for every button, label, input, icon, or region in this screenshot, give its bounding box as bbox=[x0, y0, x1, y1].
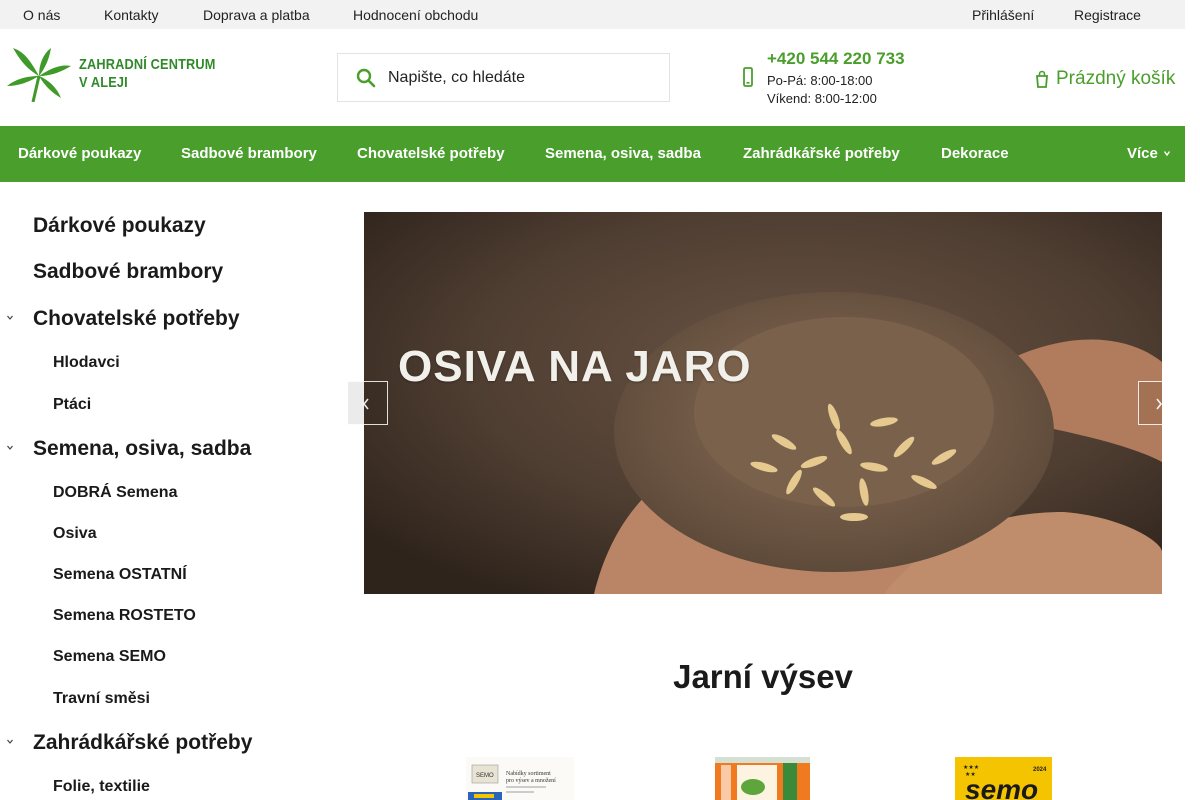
nav-more-button[interactable]: Více bbox=[1127, 145, 1170, 162]
sidebar-subitem-hlodavci[interactable]: Hlodavci bbox=[0, 354, 340, 372]
link-o-nas[interactable]: O nás bbox=[23, 7, 60, 23]
sidebar-subitem-semena-ostatni[interactable]: Semena OSTATNÍ bbox=[0, 566, 340, 584]
main-nav: Dárkové poukazy Sadbové brambory Chovate… bbox=[0, 126, 1185, 182]
sidebar-item-label: DOBRÁ Semena bbox=[53, 484, 178, 501]
phone-icon bbox=[743, 67, 753, 87]
product-3-stars-top: ★★★ bbox=[963, 764, 979, 771]
cart-label: Prázdný košík bbox=[1056, 68, 1176, 89]
logo-line-2: V ALEJI bbox=[79, 74, 128, 91]
product-3-brand: semo bbox=[965, 774, 1038, 800]
sidebar-subitem-semena-rosteto[interactable]: Semena ROSTETO bbox=[0, 607, 340, 625]
product-1-line-1: Nabídky sortiment bbox=[506, 771, 551, 777]
caret-down-icon[interactable] bbox=[7, 313, 13, 322]
sidebar-subitem-folie-textilie[interactable]: Folie, textilie bbox=[0, 778, 340, 796]
sidebar-item-label: Semena SEMO bbox=[53, 648, 166, 665]
search-icon[interactable] bbox=[356, 68, 376, 88]
product-thumbnail-3[interactable]: ★★★ ★★ 2024 semo bbox=[955, 757, 1052, 800]
link-hodnoceni-obchodu[interactable]: Hodnocení obchodu bbox=[353, 7, 478, 23]
sidebar-item-sadbove-brambory[interactable]: Sadbové brambory bbox=[0, 260, 340, 283]
product-thumbnail-2[interactable] bbox=[715, 757, 810, 800]
site-header: ZAHRADNÍ CENTRUM V ALEJI +420 544 220 73… bbox=[0, 29, 1185, 126]
sidebar-item-label: Travní směsi bbox=[53, 690, 150, 707]
sidebar-subitem-dobra-semena[interactable]: DOBRÁ Semena bbox=[0, 484, 340, 502]
svg-text:SEMO: SEMO bbox=[476, 773, 494, 779]
sidebar-subitem-travni-smesi[interactable]: Travní směsi bbox=[0, 690, 340, 708]
opening-hours-weekday: Po-Pá: 8:00-18:00 bbox=[767, 73, 873, 88]
seed-packet-image: SEMO Nabídky sortiment pro výsev a množe… bbox=[468, 764, 556, 800]
logo-line-1: ZAHRADNÍ CENTRUM bbox=[79, 56, 216, 73]
category-sidebar: Dárkové poukazy Sadbové brambory Chovate… bbox=[0, 182, 340, 800]
sidebar-item-label: Folie, textilie bbox=[53, 778, 150, 795]
chevron-left-icon bbox=[362, 398, 369, 410]
link-doprava-platba[interactable]: Doprava a platba bbox=[203, 7, 310, 23]
link-kontakty[interactable]: Kontakty bbox=[104, 7, 158, 23]
sidebar-item-label: Chovatelské potřeby bbox=[33, 307, 240, 330]
sidebar-item-label: Semena OSTATNÍ bbox=[53, 566, 187, 583]
slider-next-button[interactable] bbox=[1138, 381, 1163, 425]
sidebar-item-zahradkarske-potreby[interactable]: Zahrádkářské potřeby bbox=[0, 731, 340, 754]
nav-item-semena-osiva-sadba[interactable]: Semena, osiva, sadba bbox=[545, 145, 701, 162]
cart-icon bbox=[1036, 70, 1048, 88]
nav-item-darkove-poukazy[interactable]: Dárkové poukazy bbox=[18, 145, 141, 162]
search-box[interactable] bbox=[337, 53, 670, 102]
nav-more-label: Více bbox=[1127, 145, 1158, 162]
sidebar-subitem-ptaci[interactable]: Ptáci bbox=[0, 396, 340, 414]
section-title: Jarní výsev bbox=[673, 658, 853, 695]
chevron-down-icon bbox=[1163, 151, 1170, 157]
banner-image bbox=[364, 212, 1162, 594]
banner-title: OSIVA NA JARO bbox=[398, 342, 752, 391]
sidebar-subitem-semena-semo[interactable]: Semena SEMO bbox=[0, 648, 340, 666]
opening-hours-weekend: Víkend: 8:00-12:00 bbox=[767, 91, 877, 106]
nav-item-chovatelske-potreby[interactable]: Chovatelské potřeby bbox=[357, 145, 505, 162]
search-input[interactable] bbox=[388, 62, 658, 94]
sidebar-item-chovatelske-potreby[interactable]: Chovatelské potřeby bbox=[0, 307, 340, 330]
product-1-line-2: pro výsev a množení bbox=[506, 778, 556, 784]
sidebar-item-label: Sadbové brambory bbox=[33, 260, 224, 283]
slider-prev-button[interactable] bbox=[348, 381, 388, 425]
sidebar-item-label: Dárkové poukazy bbox=[33, 214, 206, 237]
register-link[interactable]: Registrace bbox=[1074, 7, 1141, 23]
chestnut-leaf-icon bbox=[7, 48, 71, 102]
cart-button[interactable]: Prázdný košík bbox=[1036, 67, 1175, 91]
top-bar: O nás Kontakty Doprava a platba Hodnocen… bbox=[0, 0, 1185, 29]
site-logo[interactable]: ZAHRADNÍ CENTRUM V ALEJI bbox=[5, 45, 230, 103]
orange-bag-image bbox=[715, 757, 810, 800]
nav-item-zahradkarske-potreby[interactable]: Zahrádkářské potřeby bbox=[743, 145, 900, 162]
chevron-right-icon bbox=[1156, 398, 1163, 410]
caret-down-icon[interactable] bbox=[7, 443, 13, 452]
sidebar-item-label: Semena, osiva, sadba bbox=[33, 437, 252, 460]
product-3-year: 2024 bbox=[1033, 767, 1047, 773]
nav-item-sadbove-brambory[interactable]: Sadbové brambory bbox=[181, 145, 317, 162]
sidebar-item-darkove-poukazy[interactable]: Dárkové poukazy bbox=[0, 214, 340, 237]
sidebar-subitem-osiva[interactable]: Osiva bbox=[0, 525, 340, 543]
login-link[interactable]: Přihlášení bbox=[972, 7, 1034, 23]
logo-text: ZAHRADNÍ CENTRUM V ALEJI bbox=[79, 56, 216, 92]
phone-number[interactable]: +420 544 220 733 bbox=[767, 49, 905, 69]
semo-pack-image: ★★★ ★★ 2024 semo bbox=[955, 757, 1052, 800]
sidebar-item-label: Ptáci bbox=[53, 396, 92, 413]
sidebar-item-label: Osiva bbox=[53, 525, 97, 542]
sidebar-item-label: Hlodavci bbox=[53, 354, 120, 371]
caret-down-icon[interactable] bbox=[7, 737, 13, 746]
sidebar-item-semena-osiva-sadba[interactable]: Semena, osiva, sadba bbox=[0, 437, 340, 460]
product-thumbnail-1[interactable]: SEMO Nabídky sortiment pro výsev a množe… bbox=[466, 757, 574, 800]
hero-banner[interactable]: OSIVA NA JARO bbox=[364, 212, 1162, 594]
nav-item-dekorace[interactable]: Dekorace bbox=[941, 145, 1009, 162]
sidebar-item-label: Semena ROSTETO bbox=[53, 607, 196, 624]
sidebar-item-label: Zahrádkářské potřeby bbox=[33, 731, 253, 754]
